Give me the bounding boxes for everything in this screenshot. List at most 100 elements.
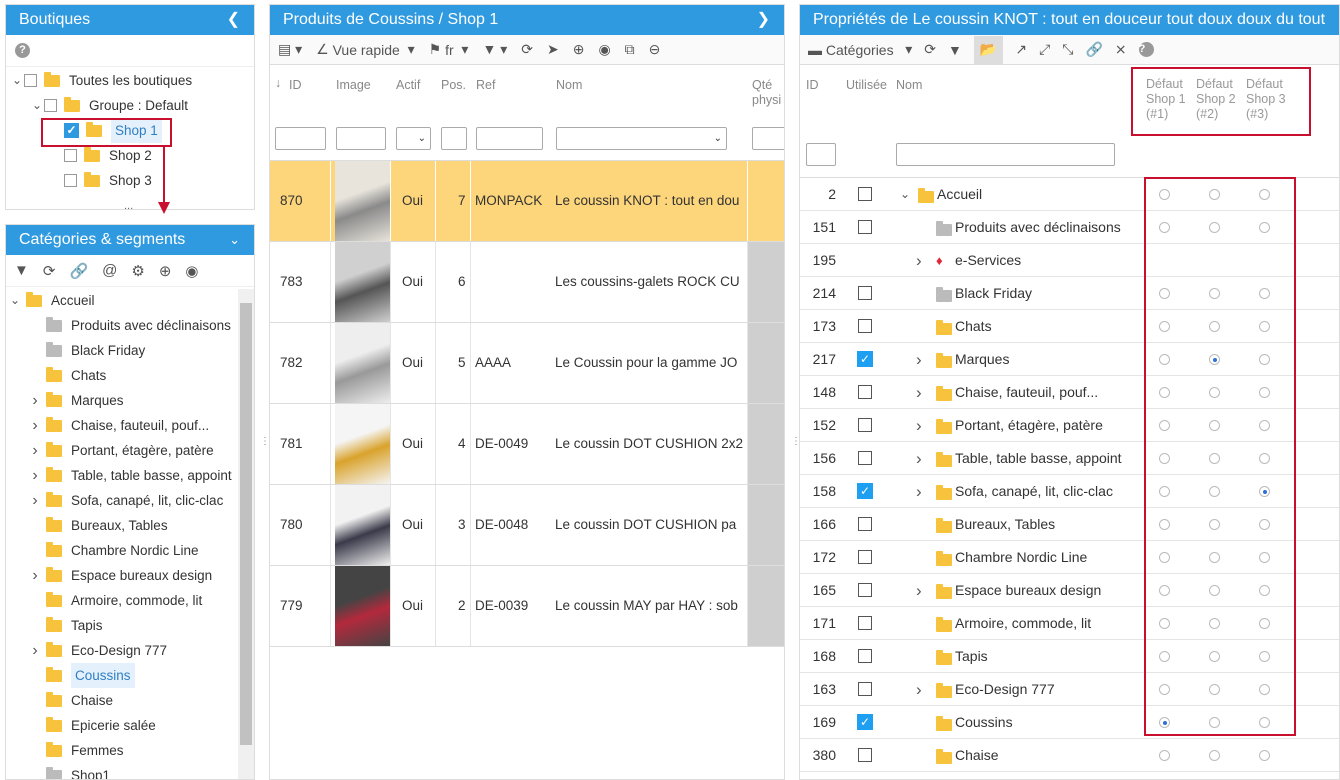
used-checkbox[interactable] [858, 583, 872, 597]
used-checkbox[interactable] [858, 550, 872, 564]
table-row[interactable]: 779 Oui 2 DE-0039 Le coussin MAY par HAY : s… [270, 566, 784, 647]
help-icon[interactable]: ? [1138, 42, 1154, 57]
checkbox[interactable] [64, 149, 77, 162]
used-checkbox[interactable] [858, 220, 872, 234]
filter-id-input[interactable] [806, 143, 836, 166]
shop-icon[interactable]: ◉ [598, 41, 610, 58]
tree-item[interactable]: Shop 3 [50, 168, 152, 193]
used-checkbox[interactable] [858, 748, 872, 762]
chevron-right-icon[interactable]: › [916, 475, 922, 508]
at-icon[interactable]: @ [102, 262, 117, 279]
categories-dropdown[interactable]: ▬ Catégories ▾ [808, 41, 912, 58]
category-item[interactable]: Shop1 [28, 763, 110, 779]
filter-icon[interactable]: ▼ [948, 42, 962, 58]
filter-id-input[interactable] [275, 127, 326, 150]
help-icon[interactable]: ? [15, 43, 30, 58]
collapse-icon[interactable]: ⤡ [1062, 41, 1073, 58]
col-name[interactable]: Nom [896, 78, 922, 92]
used-checkbox[interactable] [858, 616, 872, 630]
chevron-right-icon[interactable]: › [28, 638, 42, 663]
chevron-right-icon[interactable]: › [28, 413, 42, 438]
chevron-down-icon[interactable]: ⌄ [10, 68, 24, 93]
tree-item[interactable]: ⌄ Groupe : Default [30, 93, 188, 118]
chevron-right-icon[interactable]: › [916, 673, 922, 706]
refresh-icon[interactable]: ⟳ [924, 41, 936, 58]
chevron-down-icon[interactable]: ⌄ [30, 93, 44, 118]
collapse-left-icon[interactable]: ❮ [227, 5, 240, 35]
category-item[interactable]: › Eco-Design 777 [28, 638, 167, 663]
chevron-right-icon[interactable]: › [28, 563, 42, 588]
chevron-right-icon[interactable]: › [916, 343, 922, 376]
filter-active-select[interactable]: ⌄ [396, 127, 431, 150]
shop-icon[interactable]: ◉ [185, 262, 198, 280]
category-item[interactable]: Chambre Nordic Line [28, 538, 199, 563]
filter-icon[interactable]: ▼ [14, 262, 29, 279]
default-shop1-radio[interactable] [1159, 750, 1170, 761]
refresh-icon[interactable]: ⟳ [521, 41, 533, 58]
chevron-down-icon[interactable]: ⌄ [900, 178, 910, 211]
chevron-right-icon[interactable]: ❯ [757, 5, 770, 35]
category-item[interactable]: Produits avec déclinaisons [28, 313, 231, 338]
sort-icon[interactable]: ↓ [275, 76, 281, 90]
default-shop2-radio[interactable] [1209, 750, 1220, 761]
category-item[interactable]: › Table, table basse, appoint [28, 463, 232, 488]
category-item[interactable]: › Sofa, canapé, lit, clic-clac [28, 488, 223, 513]
used-checkbox-checked[interactable]: ✓ [857, 483, 873, 499]
resize-handle[interactable]: ... [124, 201, 133, 210]
gear-icon[interactable]: ⚙ [131, 262, 144, 280]
add-icon[interactable]: ⊕ [159, 262, 172, 280]
used-checkbox[interactable] [858, 451, 872, 465]
col-image[interactable]: Image [336, 78, 371, 92]
category-item[interactable]: › Portant, étagère, patère [28, 438, 214, 463]
category-item[interactable]: Armoire, commode, lit [28, 588, 202, 613]
copy-icon[interactable]: ⧉ [625, 41, 635, 58]
category-item[interactable]: › Chaise, fauteuil, pouf... [28, 413, 209, 438]
chevron-right-icon[interactable]: › [916, 409, 922, 442]
open-folder-icon[interactable]: 📂 [973, 35, 1004, 64]
category-item[interactable]: › Marques [28, 388, 124, 413]
lang-dropdown[interactable]: ⚑ fr ▾ [429, 41, 469, 58]
external-link-icon[interactable]: ↗ [1015, 41, 1027, 58]
cursor-icon[interactable]: ➤ [547, 41, 559, 58]
table-row[interactable]: 870 Oui 7 MONPACK Le coussin KNOT : tout en … [270, 161, 784, 242]
chevron-down-icon[interactable]: ⌄ [229, 225, 240, 255]
add-icon[interactable]: ⊕ [573, 41, 585, 58]
filter-qty-input[interactable] [752, 127, 784, 150]
filter-image-input[interactable] [336, 127, 386, 150]
chevron-right-icon[interactable]: › [28, 438, 42, 463]
splitter-handle[interactable]: ⋮ [260, 437, 270, 447]
used-checkbox[interactable] [858, 187, 872, 201]
link-icon[interactable]: 🔗 [1085, 41, 1102, 58]
splitter-handle[interactable]: ⋮ [791, 437, 801, 447]
category-item[interactable]: Tapis [28, 613, 103, 638]
used-checkbox[interactable] [858, 517, 872, 531]
unlink-icon[interactable]: ⨯ [1115, 41, 1127, 58]
col-name[interactable]: Nom [556, 78, 582, 92]
category-item[interactable]: Chaise [28, 688, 113, 713]
filter-ref-input[interactable] [476, 127, 543, 150]
table-row[interactable]: 780 Oui 3 DE-0048 Le coussin DOT CUSHION pa [270, 485, 784, 566]
category-item[interactable]: ⌄ Accueil [8, 288, 95, 313]
table-row[interactable]: 781 Oui 4 DE-0049 Le coussin DOT CUSHION 2x2 [270, 404, 784, 485]
table-row[interactable]: 782 Oui 5 AAAA Le Coussin pour la gamme JO [270, 323, 784, 404]
col-qty[interactable]: Qté physi [752, 78, 782, 108]
used-checkbox[interactable] [858, 319, 872, 333]
col-id[interactable]: ID [289, 78, 302, 92]
boutiques-header[interactable]: Boutiques ❮ [6, 5, 254, 35]
category-item[interactable]: Epicerie salée [28, 713, 156, 738]
col-ref[interactable]: Ref [476, 78, 495, 92]
used-checkbox[interactable] [858, 682, 872, 696]
chevron-right-icon[interactable]: › [28, 488, 42, 513]
quick-view-dropdown[interactable]: ∠ Vue rapide ▾ [316, 41, 414, 58]
refresh-icon[interactable]: ⟳ [43, 262, 56, 280]
used-checkbox[interactable] [858, 649, 872, 663]
chevron-right-icon[interactable]: › [28, 463, 42, 488]
col-used[interactable]: Utilisée [846, 78, 887, 92]
columns-icon[interactable]: ▤ ▾ [278, 41, 302, 58]
categories-scrollbar[interactable] [238, 289, 254, 779]
category-item[interactable]: Femmes [28, 738, 124, 763]
category-row[interactable]: 380 Chaise [800, 739, 1339, 772]
used-checkbox[interactable] [858, 418, 872, 432]
chevron-right-icon[interactable]: › [916, 442, 922, 475]
categories-header[interactable]: Catégories & segments ⌄ [6, 225, 254, 255]
